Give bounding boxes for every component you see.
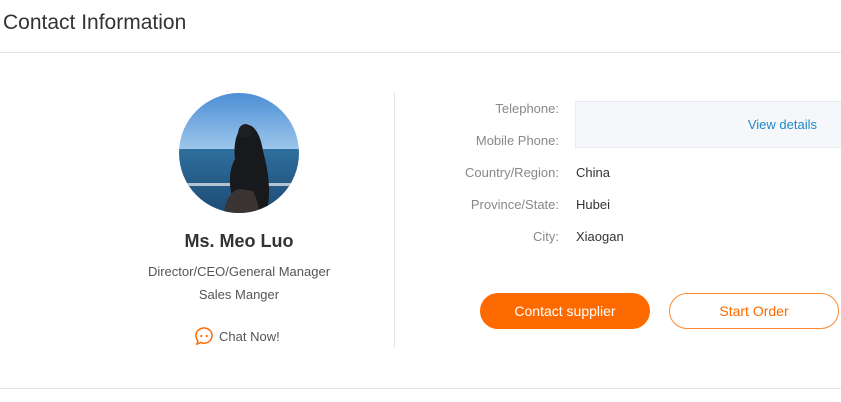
country-value: China [576, 165, 610, 180]
contact-supplier-button[interactable]: Contact supplier [480, 293, 650, 329]
country-label: Country/Region: [465, 165, 559, 180]
mobile-phone-label: Mobile Phone: [475, 133, 559, 148]
start-order-button[interactable]: Start Order [669, 293, 839, 329]
header-divider [0, 52, 841, 53]
chat-now-label: Chat Now! [219, 328, 280, 344]
page-title: Contact Information [3, 11, 187, 34]
view-details-link[interactable]: View details [748, 117, 817, 132]
city-value: Xiaogan [576, 229, 624, 244]
province-value: Hubei [576, 197, 610, 212]
contact-name: Ms. Meo Luo [184, 231, 294, 251]
telephone-label: Telephone: [495, 101, 559, 116]
province-label: Province/State: [470, 197, 559, 212]
contact-role: Sales Manger [198, 287, 280, 302]
chat-now-link[interactable]: Chat Now! [194, 326, 280, 346]
city-label: City: [533, 229, 559, 244]
phone-details-box: View details [575, 101, 841, 148]
column-divider [394, 93, 395, 348]
avatar [179, 93, 299, 213]
chat-icon [194, 326, 214, 346]
footer-divider [0, 388, 841, 389]
contact-role: Director/CEO/General Manager [147, 264, 331, 279]
